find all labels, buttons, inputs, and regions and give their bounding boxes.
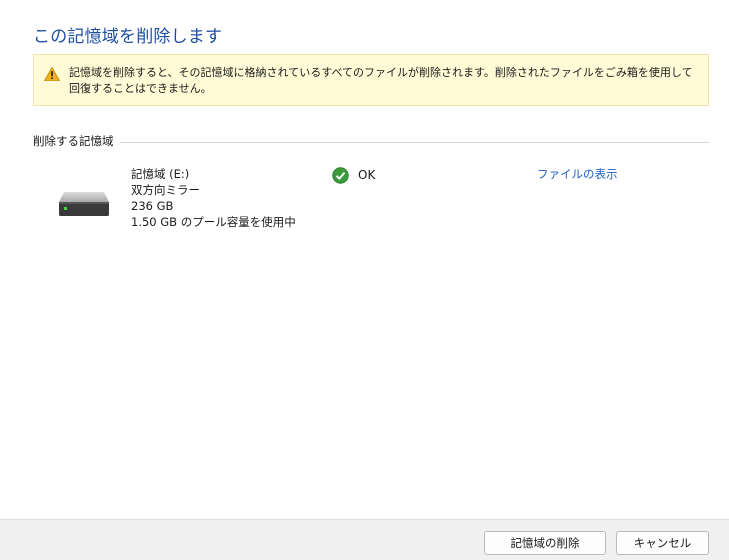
drive-name: 記憶域 (E:)	[131, 167, 190, 181]
view-files-link[interactable]: ファイルの表示	[537, 166, 618, 182]
delete-storage-space-page: この記憶域を削除します 記憶域を削除すると、その記憶域に格納されているすべてのフ…	[0, 0, 729, 560]
section-label: 削除する記憶域	[33, 133, 120, 149]
cancel-button[interactable]: キャンセル	[616, 531, 709, 555]
page-title: この記憶域を削除します	[33, 27, 223, 47]
drive-info: 記憶域 (E:) 双方向ミラー 236 GB 1.50 GB のプール容量を使用…	[131, 166, 296, 230]
section-header: 削除する記憶域	[33, 133, 709, 151]
section-divider	[33, 142, 709, 143]
drive-pool-usage: 1.50 GB のプール容量を使用中	[131, 215, 296, 229]
warning-text: 記憶域を削除すると、その記憶域に格納されているすべてのファイルが削除されます。削…	[69, 66, 693, 95]
warning-icon	[44, 67, 60, 81]
status-text: OK	[358, 168, 376, 182]
check-circle-icon	[332, 166, 349, 184]
drive-size: 236 GB	[131, 199, 174, 213]
drive-status: OK	[332, 166, 375, 184]
warning-banner: 記憶域を削除すると、その記憶域に格納されているすべてのファイルが削除されます。削…	[33, 54, 709, 106]
drive-resiliency: 双方向ミラー	[131, 183, 200, 197]
delete-storage-button[interactable]: 記憶域の削除	[484, 531, 606, 555]
footer-bar: 記憶域の削除 キャンセル	[0, 519, 729, 560]
drive-icon	[59, 192, 109, 216]
